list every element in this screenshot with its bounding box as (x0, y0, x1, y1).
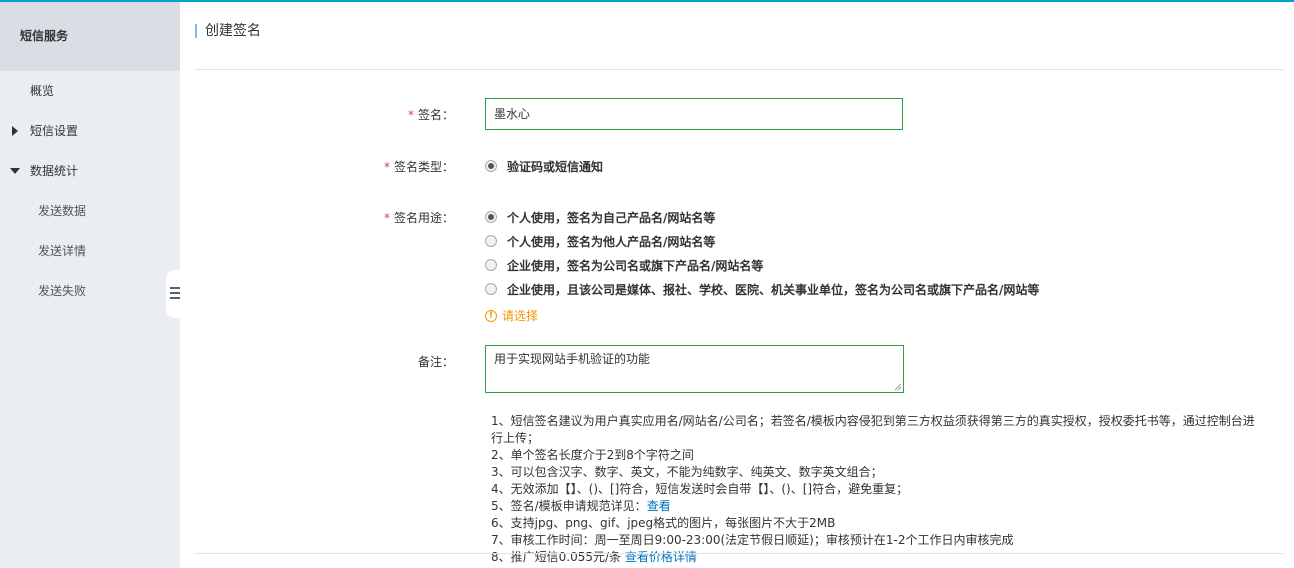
usage-option-enterprise[interactable]: 企业使用，签名为公司名或旗下产品名/网站名等 (485, 258, 763, 274)
radio-unchecked[interactable] (485, 258, 497, 271)
resize-handle-icon[interactable] (894, 383, 902, 391)
usage-option-personal-own[interactable]: 个人使用，签名为自己产品名/网站名等 (485, 210, 715, 226)
sidebar-item-send-failed[interactable]: 发送失败 (0, 271, 180, 311)
guideline-item: 7、审核工作时间：周一至周日9:00-23:00(法定节假日顺延)；审核预计在1… (491, 533, 1014, 547)
guideline-item: 1、短信签名建议为用户真实应用名/网站名/公司名；若签名/模板内容侵犯到第三方权… (491, 414, 1255, 445)
sidebar-item-send-details[interactable]: 发送详情 (0, 231, 180, 271)
sidebar-item-label: 数据统计 (30, 164, 79, 178)
chevron-down-icon (10, 168, 20, 174)
header-divider (195, 69, 1284, 70)
required-mark: * (383, 160, 390, 174)
signature-type-option[interactable]: 验证码或短信通知 (485, 159, 603, 175)
menu-collapse-icon (170, 287, 180, 299)
sidebar-item-sms-settings[interactable]: 短信设置 (0, 111, 180, 151)
sidebar-item-overview[interactable]: 概览 (0, 71, 180, 111)
guideline-item: 6、支持jpg、png、gif、jpeg格式的图片，每张图片不大于2MB (491, 516, 836, 530)
signature-type-label: * 签名类型： (383, 160, 454, 174)
required-mark: * (383, 211, 390, 225)
sidebar-item-label: 概览 (30, 84, 55, 98)
required-mark: * (407, 108, 414, 122)
radio-checked[interactable] (485, 159, 497, 172)
radio-unchecked[interactable] (485, 234, 497, 247)
sidebar-item-label: 短信设置 (30, 124, 79, 138)
remark-label: 备注： (417, 355, 454, 369)
usage-option-personal-other[interactable]: 个人使用，签名为他人产品名/网站名等 (485, 234, 715, 250)
remark-text: 用于实现网站手机验证的功能 (494, 352, 651, 366)
sidebar-collapse-button[interactable] (166, 270, 180, 318)
sidebar-title: 短信服务 (0, 2, 180, 71)
radio-unchecked[interactable] (485, 282, 497, 295)
sidebar-item-label: 发送失败 (38, 284, 87, 298)
usage-option-enterprise-media[interactable]: 企业使用，且该公司是媒体、报社、学校、医院、机关事业单位，签名为公司名或旗下产品… (485, 282, 1039, 298)
sidebar-item-label: 发送详情 (38, 244, 87, 258)
guidelines: 1、短信签名建议为用户真实应用名/网站名/公司名；若签名/模板内容侵犯到第三方权… (491, 413, 1261, 566)
guideline-item: 4、无效添加【】、()、[]符合，短信发送时会自带【】、()、[]符合，避免重复… (491, 482, 909, 496)
main-content: 创建签名 * 签名： 墨水心 * 签名类型： 验证码或短信通知 * 签名用途： 个人使… (180, 2, 1294, 568)
sidebar-item-label: 发送数据 (38, 204, 87, 218)
page-title: 创建签名 (195, 24, 261, 38)
footer-divider (195, 553, 1284, 554)
sidebar-item-statistics[interactable]: 数据统计 (0, 151, 180, 191)
usage-label: * 签名用途： (383, 211, 454, 225)
guideline-item: 3、可以包含汉字、数字、英文，不能为纯数字、纯英文、数字英文组合； (491, 465, 883, 479)
usage-warning: ! 请选择 (485, 308, 538, 324)
chevron-right-icon (12, 126, 18, 136)
sidebar-item-send-data[interactable]: 发送数据 (0, 191, 180, 231)
remark-textarea[interactable]: 用于实现网站手机验证的功能 (485, 345, 904, 393)
guideline-item: 2、单个签名长度介于2到8个字符之间 (491, 448, 694, 462)
signature-label: * 签名： (407, 108, 454, 122)
sidebar: 短信服务 概览 短信设置 数据统计 发送数据 发送详情 发送失败 (0, 2, 180, 568)
warning-icon: ! (485, 309, 497, 322)
signature-input[interactable]: 墨水心 (485, 98, 903, 130)
radio-checked[interactable] (485, 210, 497, 223)
view-guidelines-link[interactable]: 查看 (647, 499, 671, 513)
guideline-item: 5、签名/模板申请规范详见：查看 (491, 499, 671, 513)
guideline-item: 8、推广短信0.055元/条 查看价格详情 (491, 550, 697, 564)
